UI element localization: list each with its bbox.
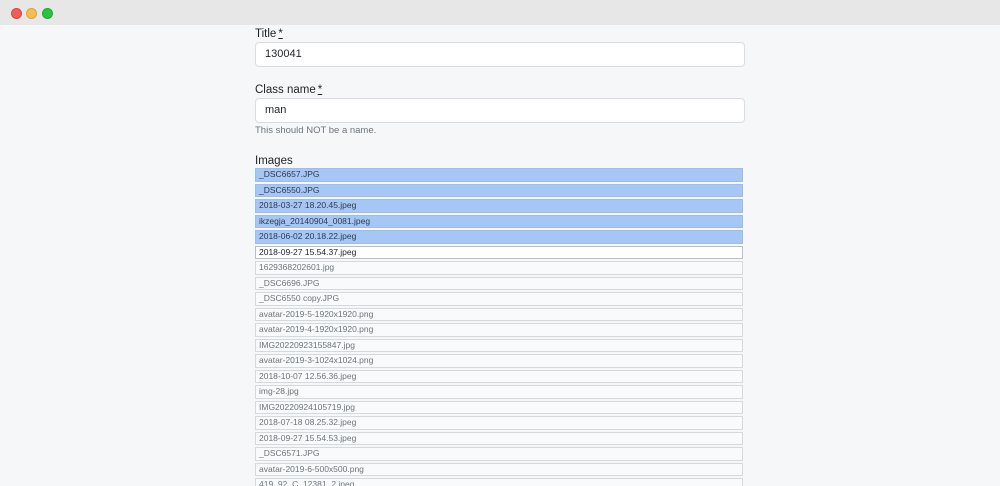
required-mark: *: [317, 84, 323, 96]
image-option[interactable]: avatar-2019-5-1920x1920.png: [255, 307, 743, 321]
image-option[interactable]: IMG20220924105719.jpg: [255, 400, 743, 414]
title-input[interactable]: 130041: [255, 42, 745, 67]
image-option[interactable]: 2018-03-27 18.20.45.jpeg: [255, 199, 743, 213]
window-titlebar: [0, 0, 1000, 25]
title-label: Title *: [255, 28, 283, 40]
image-option[interactable]: 2018-09-27 15.54.53.jpeg: [255, 431, 743, 445]
close-window-button[interactable]: [11, 8, 22, 19]
image-option[interactable]: 2018-06-02 20.18.22.jpeg: [255, 230, 743, 244]
image-option[interactable]: 2018-10-07 12.56.36.jpeg: [255, 369, 743, 383]
image-option[interactable]: avatar-2019-4-1920x1920.png: [255, 323, 743, 337]
image-option[interactable]: avatar-2019-6-500x500.png: [255, 462, 743, 476]
image-option[interactable]: 2018-07-18 08.25.32.jpeg: [255, 416, 743, 430]
title-label-text: Title: [255, 28, 277, 40]
class-name-help-text: This should NOT be a name.: [255, 125, 377, 136]
minimize-window-button[interactable]: [26, 8, 37, 19]
images-label-text: Images: [255, 155, 293, 167]
image-option[interactable]: ikzegja_20140904_0081.jpeg: [255, 214, 743, 228]
image-option[interactable]: avatar-2019-3-1024x1024.png: [255, 354, 743, 368]
image-option[interactable]: _DSC6696.JPG: [255, 276, 743, 290]
image-option[interactable]: 1629368202601.jpg: [255, 261, 743, 275]
image-option[interactable]: IMG20220923155847.jpg: [255, 338, 743, 352]
image-option[interactable]: 419_92_C_12381_2.jpeg: [255, 478, 743, 486]
zoom-window-button[interactable]: [42, 8, 53, 19]
class-name-label: Class name *: [255, 84, 322, 96]
image-option[interactable]: 2018-09-27 15.54.37.jpeg: [255, 245, 743, 259]
image-option[interactable]: img-28.jpg: [255, 385, 743, 399]
image-option[interactable]: _DSC6550.JPG: [255, 183, 743, 197]
image-option[interactable]: _DSC6657.JPG: [255, 168, 743, 182]
class-name-label-text: Class name: [255, 84, 316, 96]
page-content: Title * 130041 Class name * man This shoul…: [0, 25, 1000, 486]
image-option[interactable]: _DSC6550 copy.JPG: [255, 292, 743, 306]
image-option[interactable]: _DSC6571.JPG: [255, 447, 743, 461]
required-mark: *: [278, 28, 283, 40]
images-label: Images: [255, 155, 293, 167]
class-name-input[interactable]: man: [255, 98, 745, 123]
